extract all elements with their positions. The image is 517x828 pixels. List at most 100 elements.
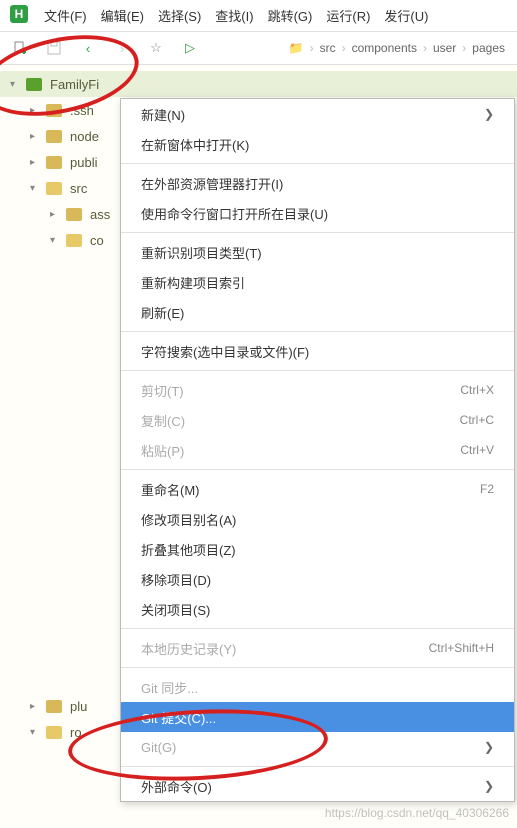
menu-edit[interactable]: 编辑(E) bbox=[101, 6, 144, 25]
context-menu-shortcut: Ctrl+Shift+H bbox=[429, 641, 494, 655]
context-menu-label: 复制(C) bbox=[141, 411, 185, 430]
context-menu-item[interactable]: 重新构建项目索引 bbox=[121, 267, 514, 297]
chevron-right-icon: ▸ bbox=[30, 157, 42, 168]
chevron-right-icon: ▸ bbox=[30, 131, 42, 142]
breadcrumb-folder-icon: 📁 bbox=[289, 41, 304, 55]
breadcrumb-separator: › bbox=[423, 41, 427, 55]
context-menu-label: 重新构建项目索引 bbox=[141, 273, 245, 292]
forward-icon[interactable]: › bbox=[114, 40, 130, 56]
context-menu-item[interactable]: 折叠其他项目(Z) bbox=[121, 534, 514, 564]
chevron-down-icon: ▾ bbox=[30, 727, 42, 738]
context-menu-label: 关闭项目(S) bbox=[141, 600, 210, 619]
chevron-right-icon: ❯ bbox=[484, 740, 494, 754]
context-menu-item[interactable]: Git 提交(C)... bbox=[121, 702, 514, 732]
context-menu-item[interactable]: 在外部资源管理器打开(I) bbox=[121, 168, 514, 198]
context-menu-label: 修改项目别名(A) bbox=[141, 510, 236, 529]
save-icon[interactable] bbox=[46, 40, 62, 56]
tree-label: ro bbox=[70, 725, 82, 740]
tree-label: publi bbox=[70, 155, 97, 170]
tree-root[interactable]: ▾ FamilyFi bbox=[0, 71, 517, 97]
context-menu-separator bbox=[121, 667, 514, 668]
context-menu-item[interactable]: 重命名(M)F2 bbox=[121, 474, 514, 504]
menu-run[interactable]: 运行(R) bbox=[326, 6, 370, 25]
context-menu-item[interactable]: 刷新(E) bbox=[121, 297, 514, 327]
context-menu-label: 剪切(T) bbox=[141, 381, 184, 400]
toolbar: ‹ › ☆ ▷ 📁 › src › components › user › pa… bbox=[0, 32, 517, 65]
breadcrumb-separator: › bbox=[342, 41, 346, 55]
menu-publish[interactable]: 发行(U) bbox=[384, 6, 428, 25]
star-icon[interactable]: ☆ bbox=[148, 40, 164, 56]
context-menu-item[interactable]: 剪切(T) Ctrl+X bbox=[121, 375, 514, 405]
context-menu-label: Git(G) bbox=[141, 740, 176, 755]
folder-icon bbox=[66, 208, 82, 221]
context-menu-item[interactable]: Git(G) ❯ bbox=[121, 732, 514, 762]
new-file-icon[interactable] bbox=[12, 40, 28, 56]
context-menu-separator bbox=[121, 331, 514, 332]
context-menu-label: 使用命令行窗口打开所在目录(U) bbox=[141, 204, 328, 223]
context-menu-label: 重命名(M) bbox=[141, 480, 200, 499]
chevron-right-icon: ❯ bbox=[484, 107, 494, 121]
context-menu-item[interactable]: 移除项目(D) bbox=[121, 564, 514, 594]
context-menu-label: 移除项目(D) bbox=[141, 570, 211, 589]
context-menu-separator bbox=[121, 163, 514, 164]
context-menu: 新建(N) ❯ 在新窗体中打开(K) 在外部资源管理器打开(I) 使用命令行窗口打开所在… bbox=[120, 98, 515, 802]
breadcrumb-item[interactable]: src bbox=[320, 41, 336, 55]
folder-icon bbox=[46, 130, 62, 143]
breadcrumb-item[interactable]: components bbox=[352, 41, 417, 55]
tree-label: node bbox=[70, 129, 99, 144]
context-menu-item[interactable]: 粘贴(P)Ctrl+V bbox=[121, 435, 514, 465]
context-menu-shortcut: Ctrl+X bbox=[460, 383, 494, 397]
context-menu-label: 本地历史记录(Y) bbox=[141, 639, 236, 658]
context-menu-item[interactable]: 修改项目别名(A) bbox=[121, 504, 514, 534]
context-menu-shortcut: Ctrl+V bbox=[460, 443, 494, 457]
run-icon[interactable]: ▷ bbox=[182, 40, 198, 56]
context-menu-label: Git 同步... bbox=[141, 678, 198, 697]
menubar: 文件(F) 编辑(E) 选择(S) 查找(I) 跳转(G) 运行(R) 发行(U… bbox=[0, 0, 517, 32]
context-menu-label: 外部命令(O) bbox=[141, 777, 212, 796]
tree-label: .ssh bbox=[70, 103, 94, 118]
folder-icon bbox=[46, 182, 62, 195]
breadcrumb-item[interactable]: user bbox=[433, 41, 456, 55]
menu-select[interactable]: 选择(S) bbox=[158, 6, 201, 25]
context-menu-item[interactable]: 字符搜索(选中目录或文件)(F) bbox=[121, 336, 514, 366]
context-menu-item[interactable]: 在新窗体中打开(K) bbox=[121, 129, 514, 159]
context-menu-item[interactable]: 外部命令(O)❯ bbox=[121, 771, 514, 801]
breadcrumbs: 📁 › src › components › user › pages bbox=[289, 41, 505, 55]
watermark: https://blog.csdn.net/qq_40306266 bbox=[325, 806, 509, 820]
context-menu-separator bbox=[121, 370, 514, 371]
context-menu-label: 折叠其他项目(Z) bbox=[141, 540, 236, 559]
chevron-down-icon: ▾ bbox=[50, 235, 62, 246]
folder-icon bbox=[66, 234, 82, 247]
back-icon[interactable]: ‹ bbox=[80, 40, 96, 56]
chevron-right-icon: ▸ bbox=[30, 701, 42, 712]
context-menu-label: 字符搜索(选中目录或文件)(F) bbox=[141, 342, 309, 361]
folder-icon bbox=[46, 700, 62, 713]
breadcrumb-item[interactable]: pages bbox=[472, 41, 505, 55]
context-menu-item[interactable]: 新建(N) ❯ bbox=[121, 99, 514, 129]
chevron-down-icon: ▾ bbox=[10, 79, 22, 90]
context-menu-separator bbox=[121, 766, 514, 767]
tree-label: ass bbox=[90, 207, 110, 222]
folder-icon bbox=[46, 726, 62, 739]
chevron-right-icon: ▸ bbox=[30, 105, 42, 116]
context-menu-label: 刷新(E) bbox=[141, 303, 184, 322]
folder-icon bbox=[46, 156, 62, 169]
context-menu-label: 新建(N) bbox=[141, 105, 185, 124]
context-menu-item[interactable]: 本地历史记录(Y) Ctrl+Shift+H bbox=[121, 633, 514, 663]
context-menu-label: 在外部资源管理器打开(I) bbox=[141, 174, 283, 193]
context-menu-item[interactable]: 复制(C) Ctrl+C bbox=[121, 405, 514, 435]
breadcrumb-separator: › bbox=[310, 41, 314, 55]
app-logo: H bbox=[10, 5, 28, 23]
folder-icon bbox=[46, 104, 62, 117]
context-menu-item[interactable]: 关闭项目(S) bbox=[121, 594, 514, 624]
context-menu-item[interactable]: 使用命令行窗口打开所在目录(U) bbox=[121, 198, 514, 228]
chevron-right-icon: ▸ bbox=[50, 209, 62, 220]
context-menu-item[interactable]: Git 同步... bbox=[121, 672, 514, 702]
context-menu-item[interactable]: 重新识别项目类型(T) bbox=[121, 237, 514, 267]
context-menu-label: 重新识别项目类型(T) bbox=[141, 243, 262, 262]
folder-icon bbox=[26, 78, 42, 91]
menu-goto[interactable]: 跳转(G) bbox=[268, 6, 313, 25]
menu-find[interactable]: 查找(I) bbox=[215, 6, 253, 25]
context-menu-shortcut: Ctrl+C bbox=[460, 413, 494, 427]
menu-file[interactable]: 文件(F) bbox=[44, 6, 87, 25]
